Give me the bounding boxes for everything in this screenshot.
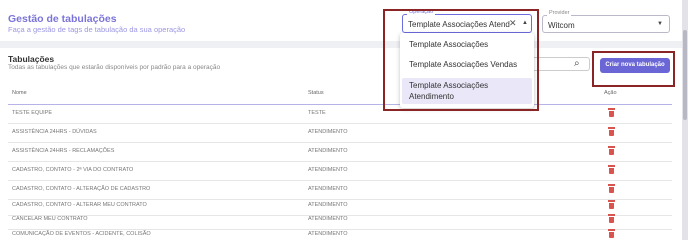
- table-row: CADASTRO, CONTATO - 2ª VIA DO CONTRATO A…: [8, 162, 672, 181]
- highlight-box-create: [592, 51, 675, 87]
- table-row: ASSISTÊNCIA 24HRS - RECLAMAÇÕES ATENDIME…: [8, 143, 672, 162]
- highlight-box-operation: [383, 9, 539, 111]
- row-status: ATENDIMENTO: [308, 167, 348, 173]
- section-subtitle: Todas as tabulações que estarão disponív…: [8, 64, 221, 71]
- column-header-status[interactable]: Status: [308, 90, 324, 96]
- row-status: ATENDIMENTO: [308, 202, 348, 208]
- row-name: ASSISTÊNCIA 24HRS - RECLAMAÇÕES: [12, 148, 115, 154]
- trash-icon[interactable]: [608, 127, 615, 136]
- trash-icon[interactable]: [608, 165, 615, 174]
- caret-down-icon[interactable]: ▼: [657, 21, 663, 27]
- provider-label: Provider: [547, 10, 572, 16]
- row-status: TESTE: [308, 110, 326, 116]
- page-subtitle: Faça a gestão de tags de tabulação da su…: [8, 25, 186, 34]
- section-title: Tabulações: [8, 54, 55, 64]
- row-name: COMUNICAÇÃO DE EVENTOS - ACIDENTE, COLIS…: [12, 231, 151, 237]
- row-name: CADASTRO, CONTATO - 2ª VIA DO CONTRATO: [12, 167, 134, 173]
- page-title: Gestão de tabulações: [8, 13, 117, 25]
- search-icon[interactable]: ⌕: [574, 58, 580, 69]
- row-status: ATENDIMENTO: [308, 216, 348, 222]
- trash-icon[interactable]: [608, 229, 615, 238]
- trash-icon[interactable]: [608, 200, 615, 209]
- provider-value: Witcom: [548, 21, 575, 30]
- search-input[interactable]: [534, 57, 590, 71]
- column-header-action: Ação: [604, 90, 617, 96]
- trash-icon[interactable]: [608, 146, 615, 155]
- table-row: ASSISTÊNCIA 24HRS - DÚVIDAS ATENDIMENTO: [8, 124, 672, 143]
- row-status: ATENDIMENTO: [308, 129, 348, 135]
- row-name: CANCELAR MEU CONTRATO: [12, 216, 88, 222]
- row-name: ASSISTÊNCIA 24HRS - DÚVIDAS: [12, 129, 97, 135]
- scrollbar-thumb[interactable]: [683, 30, 687, 120]
- row-name: TESTE EQUIPE: [12, 110, 53, 116]
- provider-select[interactable]: Provider Witcom ▼: [542, 10, 670, 33]
- table-row: TESTE EQUIPE TESTE: [8, 105, 672, 124]
- trash-icon[interactable]: [608, 108, 615, 117]
- row-status: ATENDIMENTO: [308, 231, 348, 237]
- trash-icon[interactable]: [608, 214, 615, 223]
- row-name: CADASTRO, CONTATO - ALTERAÇÃO DE CADASTR…: [12, 186, 151, 192]
- row-status: ATENDIMENTO: [308, 186, 348, 192]
- column-header-name[interactable]: Nome: [12, 90, 27, 96]
- trash-icon[interactable]: [608, 184, 615, 193]
- table-row: COMUNICAÇÃO DE EVENTOS - ACIDENTE, COLIS…: [8, 226, 672, 240]
- row-name: CADASTRO, CONTATO - ALTERAR MEU CONTRATO: [12, 202, 147, 208]
- row-status: ATENDIMENTO: [308, 148, 348, 154]
